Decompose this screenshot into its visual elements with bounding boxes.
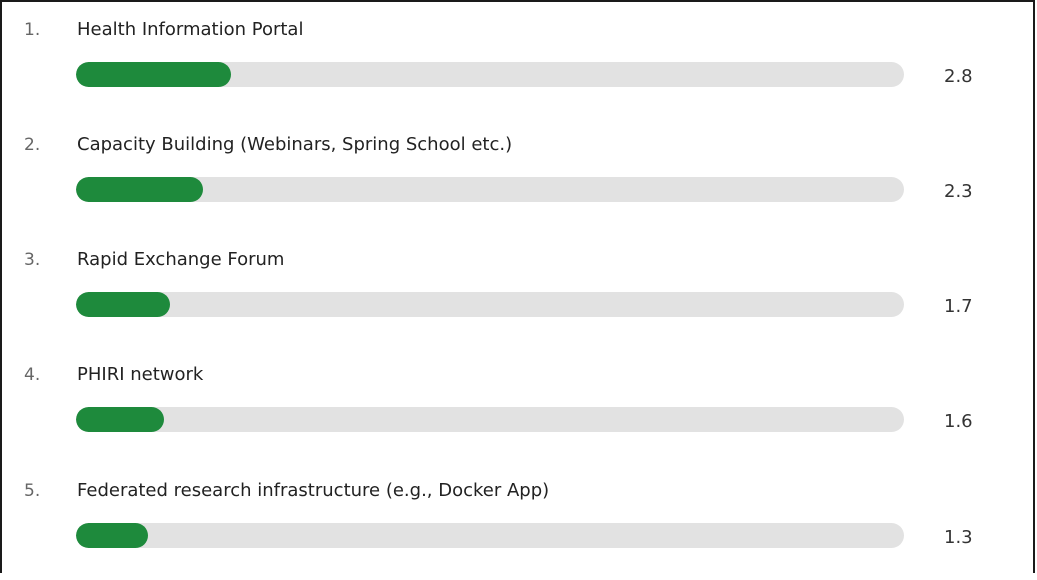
bar-track	[76, 292, 904, 317]
category-label: Health Information Portal	[77, 19, 304, 40]
bar-track	[76, 407, 904, 432]
bar-fill	[76, 292, 170, 317]
chart-row: 4. PHIRI network 1.6	[2, 364, 1032, 464]
bar-fill	[76, 177, 203, 202]
category-label: Capacity Building (Webinars, Spring Scho…	[77, 134, 513, 155]
bar-track	[76, 523, 904, 548]
rank-number: 5.	[24, 481, 41, 501]
rank-number: 1.	[24, 20, 41, 40]
category-label: Rapid Exchange Forum	[77, 249, 285, 270]
chart-row: 5. Federated research infrastructure (e.g…	[2, 480, 1032, 580]
chart-row: 1. Health Information Portal 2.8	[2, 19, 1032, 119]
bar-track	[76, 177, 904, 202]
chart-row: 3. Rapid Exchange Forum 1.7	[2, 249, 1032, 349]
bar-fill	[76, 62, 231, 87]
rank-number: 4.	[24, 365, 41, 385]
bar-track	[76, 62, 904, 87]
chart-row: 2. Capacity Building (Webinars, Spring Sc…	[2, 134, 1032, 234]
chart-frame: 1. Health Information Portal 2.8 2. Capacity…	[0, 0, 1035, 573]
bar-fill	[76, 407, 164, 432]
category-label: PHIRI network	[77, 364, 204, 385]
rank-number: 3.	[24, 250, 41, 270]
value-label: 1.7	[944, 296, 973, 317]
value-label: 1.3	[944, 527, 973, 548]
category-label: Federated research infrastructure (e.g.,…	[77, 480, 550, 501]
rank-number: 2.	[24, 135, 41, 155]
value-label: 1.6	[944, 411, 973, 432]
bar-fill	[76, 523, 148, 548]
value-label: 2.8	[944, 66, 973, 87]
value-label: 2.3	[944, 181, 973, 202]
